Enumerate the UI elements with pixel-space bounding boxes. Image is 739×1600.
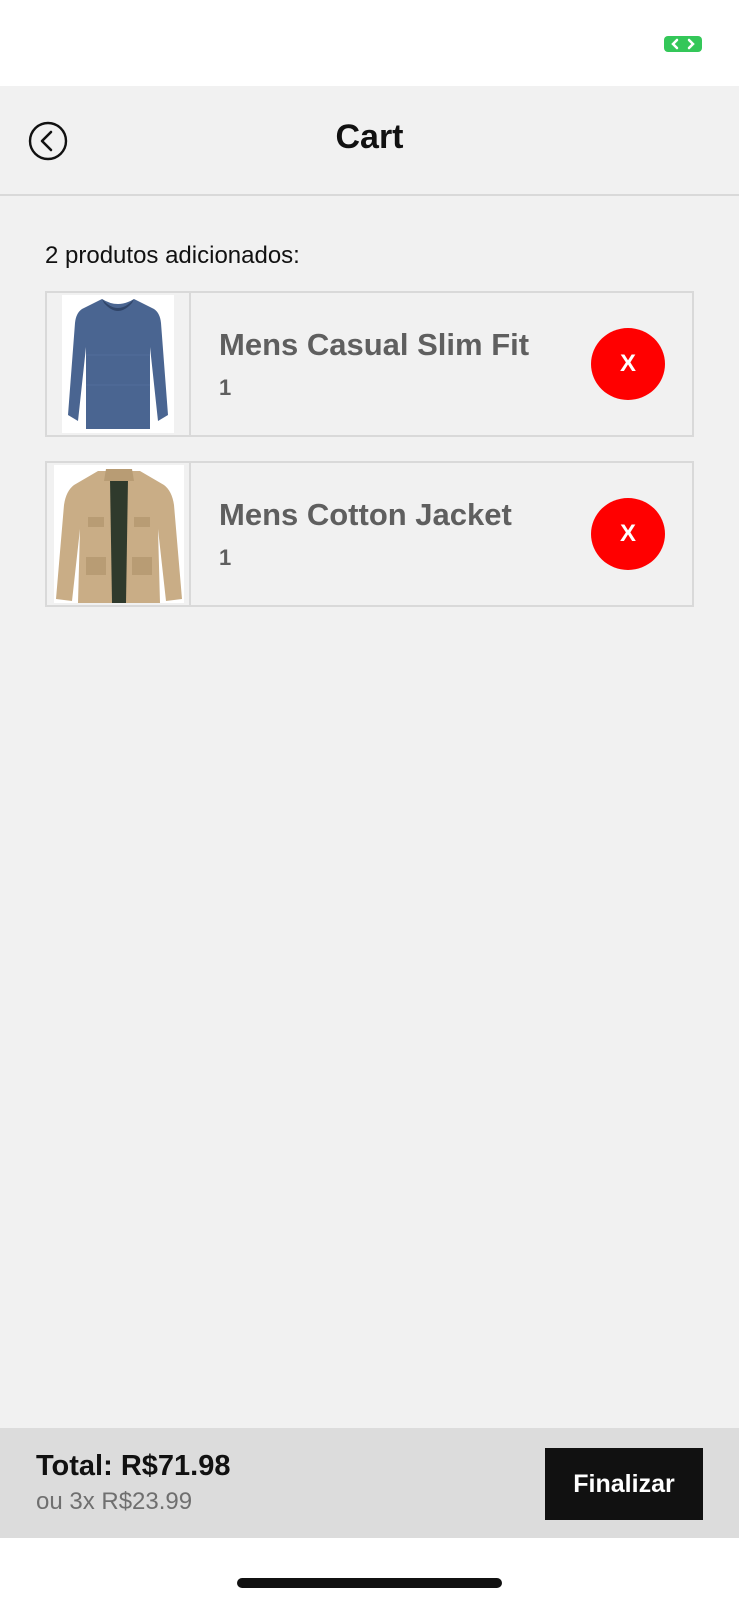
home-indicator[interactable] — [237, 1578, 502, 1588]
remove-item-button[interactable]: X — [591, 328, 665, 400]
product-thumbnail — [47, 293, 191, 435]
cart-item: Mens Cotton Jacket 1 X — [45, 461, 694, 607]
product-quantity: 1 — [219, 545, 232, 570]
screen-recording-icon — [664, 36, 702, 52]
installments-price: ou 3x R$23.99 — [36, 1488, 193, 1515]
status-bar — [0, 0, 739, 86]
remove-item-button[interactable]: X — [591, 498, 665, 570]
product-name: Mens Cotton Jacket — [219, 497, 512, 532]
checkout-bar: Total: R$71.98 ou 3x R$23.99 Finalizar — [0, 1428, 739, 1538]
app-header: Cart — [0, 86, 739, 196]
total-price: Total: R$71.98 — [36, 1450, 231, 1482]
shirt-image — [62, 295, 174, 433]
page-title: Cart — [335, 118, 404, 156]
cart-count-label: 2 produtos adicionados: — [45, 242, 300, 269]
home-indicator-area — [0, 1538, 739, 1600]
product-quantity: 1 — [219, 375, 232, 400]
jacket-image — [54, 465, 184, 603]
finalize-button[interactable]: Finalizar — [545, 1448, 703, 1520]
product-name: Mens Casual Slim Fit — [219, 327, 530, 362]
cart-content: 2 produtos adicionados: Mens Casual Slim… — [0, 196, 739, 1428]
cart-screen: Cart 2 produtos adicionados: Mens Casual… — [0, 0, 739, 1600]
product-thumbnail — [47, 463, 191, 605]
cart-item: Mens Casual Slim Fit 1 X — [45, 291, 694, 437]
